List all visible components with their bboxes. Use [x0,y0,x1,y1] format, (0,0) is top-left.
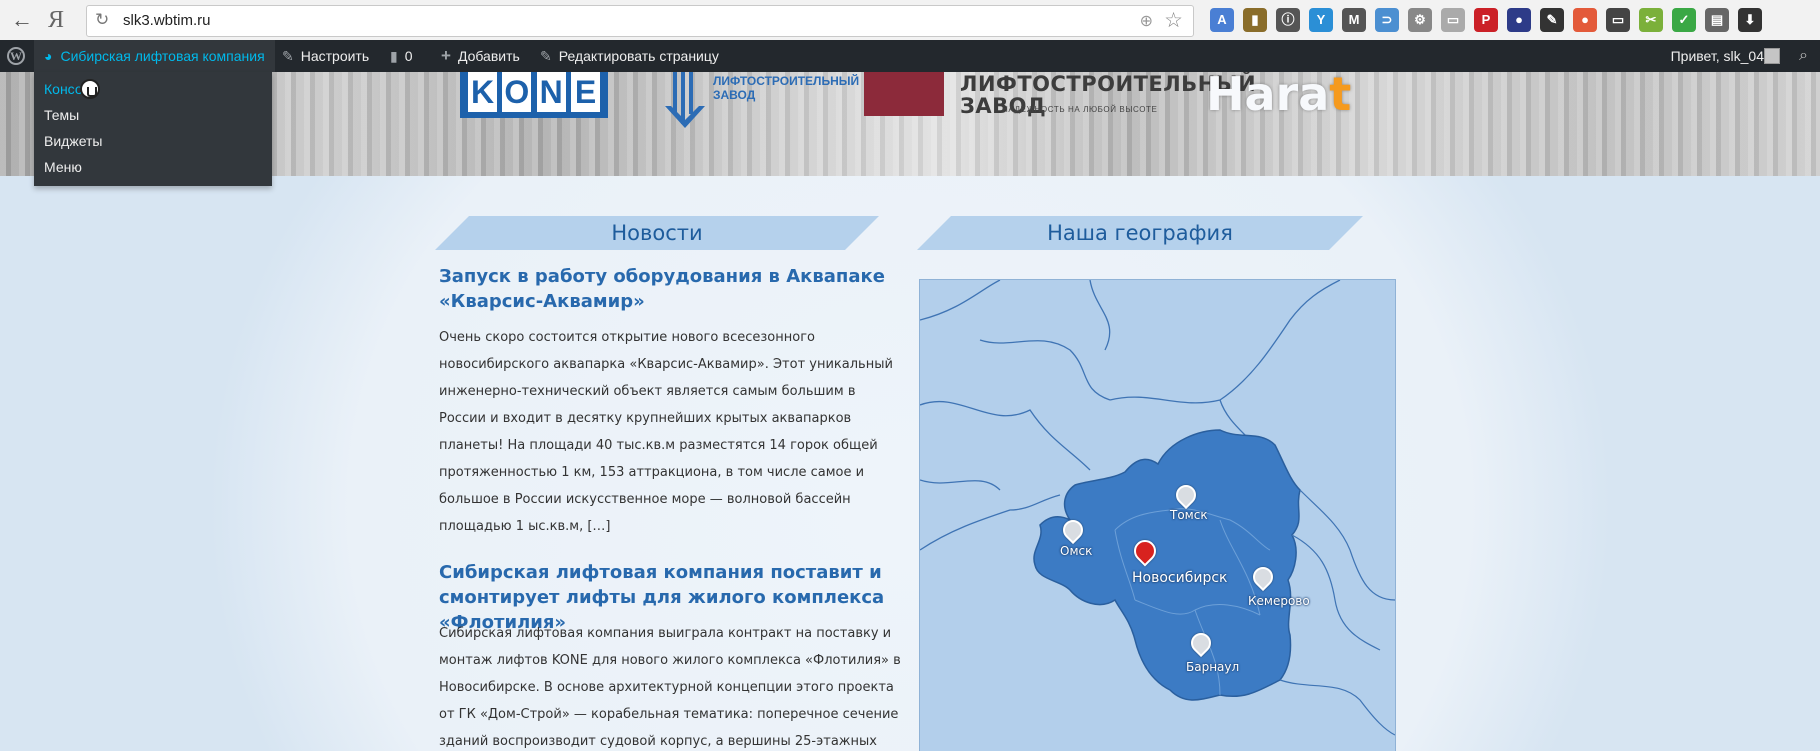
pen-ext-icon[interactable]: ✎ [1540,8,1564,32]
hara-logo-accent: t [1329,72,1352,121]
dropdown-item-themes[interactable]: Темы [34,102,272,128]
dropdown-item-dashboard[interactable]: Консоль [34,76,272,102]
kone-letter: E [570,72,600,112]
map-city-label: Новосибирск [1132,570,1228,586]
news-excerpt: Сибирская лифтовая компания выиграла кон… [439,626,901,749]
news-excerpt: Очень скоро состоится открытие нового вс… [439,330,893,534]
search-icon[interactable]: ⌕ [1799,40,1808,72]
comment-bubble-icon: ▮ [390,48,398,64]
reload-icon[interactable]: ↻ [95,10,109,30]
map-region-shape [1033,429,1301,701]
geography-heading: Наша география [934,216,1346,250]
sls-building-icon [864,72,944,116]
translate-ext-icon[interactable]: A [1210,8,1234,32]
map-border-line [1299,489,1395,601]
brush-icon: ✎ [282,48,294,64]
map-border-line [920,479,1001,491]
hara-logo-text: Hara [1206,72,1330,121]
news-heading: Новости [452,216,862,250]
yandex-logo-icon[interactable]: Я [42,6,70,34]
sls-tagline: НАДЕЖНОСТЬ НА ЛЮБОЙ ВЫСОТЕ [1002,105,1158,114]
scissor-ext-icon[interactable]: ✂ [1639,8,1663,32]
emblem-bar [681,72,685,124]
news-title-link[interactable]: Запуск в работу оборудования в Аквапаке … [439,264,899,314]
dropdown-item-widgets[interactable]: Виджеты [34,128,272,154]
wordpress-logo-icon[interactable]: W [7,47,25,65]
dots-ext-icon[interactable]: ● [1573,8,1597,32]
download-ext-icon[interactable]: ⬇ [1738,8,1762,32]
user-avatar[interactable] [1764,48,1780,64]
dashboard-icon: ◕ [44,48,53,64]
add-new-button[interactable]: + Добавить [441,40,520,72]
partners-banner: K O N E ЛИФТОСТРОИТЕЛЬНЫЙ ЗАВОД ЛИФТОСТР… [0,72,1820,176]
kone-logo[interactable]: K O N E [460,72,608,118]
site-info-icon[interactable]: ⊕ [1140,11,1153,31]
add-new-label: Добавить [457,48,520,64]
geography-map[interactable]: Томск Омск Новосибирск Кемерово Барнаул [919,279,1396,751]
screen-ext-icon[interactable]: ▭ [1441,8,1465,32]
address-text[interactable]: slk3.wbtim.ru [123,12,211,29]
map-border-line [979,339,1111,401]
customize-label: Настроить [300,48,370,64]
map-border-line [1089,280,1111,351]
cart-ext-icon[interactable]: ⚙ [1408,8,1432,32]
kone-letter: O [502,72,532,112]
map-city-label: Омск [1060,544,1093,558]
browser-toolbar: ← Я ↻ slk3.wbtim.ru ⊕ ☆ A ▮ ⓘ Y M ⊃ ⚙ ▭ P ● ✎ ● ▭ ✂ ✓ ▤… [0,0,1820,41]
orb-ext-icon[interactable]: ● [1507,8,1531,32]
edit-page-label: Редактировать страницу [558,48,719,64]
comments-button[interactable]: ▮ 0 [390,40,413,72]
doc-ext-icon[interactable]: ▤ [1705,8,1729,32]
wp-admin-bar: W ◕ Сибирская лифтовая компания ✎ Настроит… [0,40,1820,72]
map-city-label: Томск [1170,508,1208,522]
pinterest-ext-icon[interactable]: P [1474,8,1498,32]
hand-cursor-icon [80,79,100,99]
map-border-line [920,280,1001,321]
v-ext-icon[interactable]: Y [1309,8,1333,32]
map-city-label: Кемерово [1248,594,1310,608]
gmail-ext-icon[interactable]: M [1342,8,1366,32]
site-name-menu[interactable]: ◕ Сибирская лифтовая компания [34,40,275,72]
site-name-label: Сибирская лифтовая компания [60,48,265,64]
site-name-dropdown: Консоль Темы Виджеты Меню [34,72,272,186]
edit-page-button[interactable]: ✎ Редактировать страницу [540,40,719,72]
map-border-line [1291,534,1381,651]
map-border-line [1279,679,1395,736]
main-content: Новости Наша география Запуск в работу о… [0,176,1820,751]
kone-letter: N [536,72,566,112]
plus-icon: + [441,46,451,65]
emblem-bar [689,72,693,114]
rss-ext-icon[interactable]: ⊃ [1375,8,1399,32]
emblem-bar [673,72,677,114]
monitor-ext-icon[interactable]: ▭ [1606,8,1630,32]
back-arrow-icon[interactable]: ← [8,6,36,34]
bookmark-star-icon[interactable]: ☆ [1164,8,1183,33]
pencil-icon: ✎ [540,48,552,64]
shield-check-ext-icon[interactable]: ✓ [1672,8,1696,32]
extensions-bar: A ▮ ⓘ Y M ⊃ ⚙ ▭ P ● ✎ ● ▭ ✂ ✓ ▤ ⬇ [1210,8,1762,32]
lift-plant-caption: ЛИФТОСТРОИТЕЛЬНЫЙ ЗАВОД [713,74,860,102]
address-bar[interactable]: ↻ slk3.wbtim.ru ⊕ ☆ [86,5,1194,37]
map-border-line [1109,280,1341,404]
info-ext-icon[interactable]: ⓘ [1276,8,1300,32]
comments-count: 0 [404,48,413,64]
map-border-line [920,400,1091,471]
customize-button[interactable]: ✎ Настроить [282,40,369,72]
user-greeting[interactable]: Привет, slk_04 [1671,40,1764,72]
dropdown-item-menus[interactable]: Меню [34,154,272,180]
hara-logo[interactable]: Harat [1206,72,1351,117]
kone-letter: K [468,72,497,112]
map-city-label: Барнаул [1186,660,1240,674]
book-ext-icon[interactable]: ▮ [1243,8,1267,32]
